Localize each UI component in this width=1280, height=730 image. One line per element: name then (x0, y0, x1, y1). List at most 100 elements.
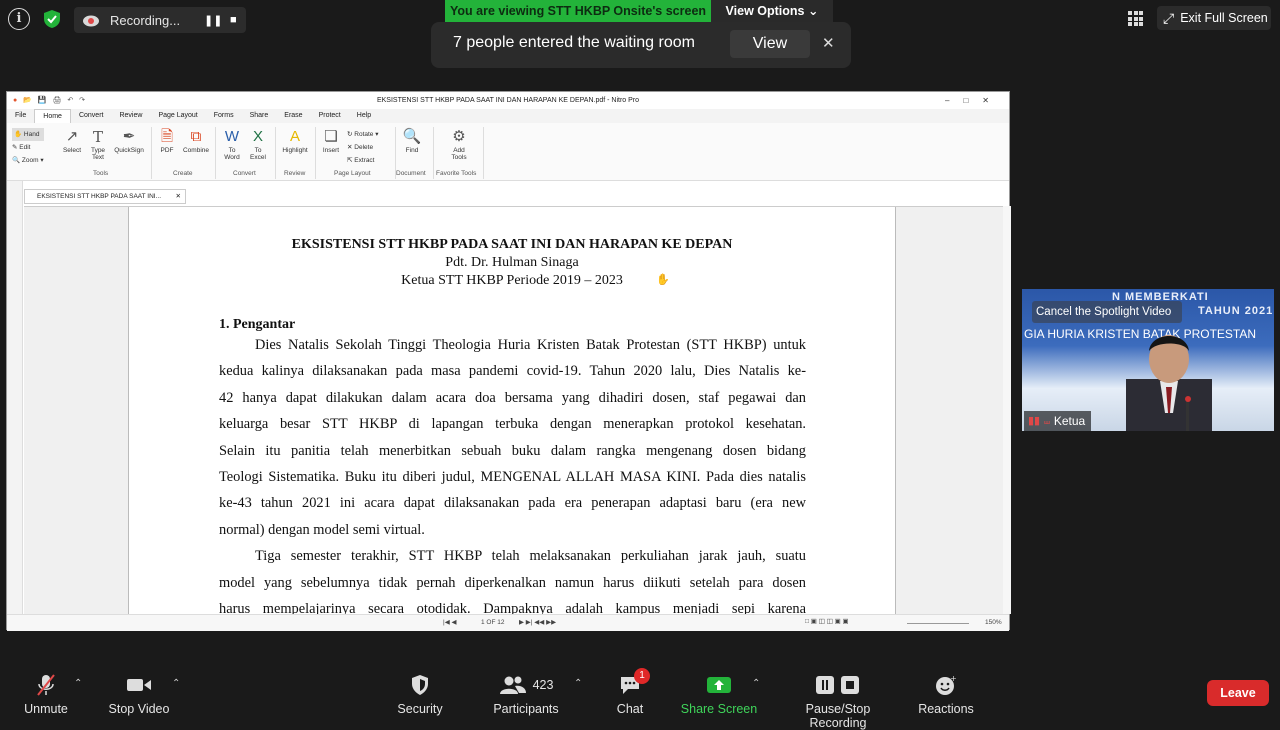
text-line: model yang sebelumnya tidak pernah diper… (219, 574, 806, 591)
highlight-button[interactable]: A Highlight (279, 127, 311, 154)
to-word-button[interactable]: W To Word (221, 127, 243, 161)
reactions-label: Reactions (918, 702, 974, 716)
pause-recording-icon[interactable]: ❚❚ (204, 14, 222, 27)
nitro-left-sidebar (7, 181, 23, 614)
find-button[interactable]: 🔍 Find (401, 127, 423, 154)
to-excel-button[interactable]: X To Excel (247, 127, 269, 161)
group-create: Create (173, 170, 193, 177)
tab-file[interactable]: File (7, 109, 35, 123)
audio-options-caret[interactable]: ⌃ (74, 678, 82, 689)
security-shield-icon (392, 672, 448, 698)
unmute-label: Unmute (24, 702, 68, 716)
nitro-ribbon: ✋ Hand ✎ Edit 🔍 Zoom ▾ ↗ Select T Type Tex… (7, 123, 1009, 181)
page-indicator[interactable]: 1 OF 12 (481, 619, 504, 626)
group-convert: Convert (233, 170, 256, 177)
word-icon: W (224, 128, 240, 145)
pdf-page: EKSISTENSI STT HKBP PADA SAAT INI DAN HA… (128, 207, 896, 614)
share-screen-icon (680, 672, 758, 698)
exit-full-screen-label: Exit Full Screen (1180, 11, 1268, 25)
select-button[interactable]: ↗ Select (61, 127, 83, 154)
pause-stop-recording-button[interactable]: Pause/Stop Recording (776, 672, 900, 730)
tab-help[interactable]: Help (349, 109, 379, 123)
add-tools-button[interactable]: ⚙ Add Tools (445, 127, 473, 161)
exit-full-screen-button[interactable]: ⤢ Exit Full Screen (1157, 6, 1271, 30)
window-controls[interactable]: –□✕ (945, 92, 1003, 109)
document-paragraph: Dies Natalis Sekolah Tinggi Theologia Hu… (219, 332, 806, 614)
add-tools-icon: ⚙ (452, 128, 466, 145)
svg-text:+: + (950, 674, 957, 683)
vertical-scrollbar[interactable] (1003, 206, 1011, 614)
waiting-room-view-button[interactable]: View (730, 30, 810, 58)
waiting-room-notification: 7 people entered the waiting room View ✕ (431, 22, 851, 68)
group-tools: Tools (93, 170, 109, 177)
view-mode-icons[interactable]: □ ▣ ◫ ◫ ▣ ▣ (805, 617, 849, 625)
group-favorite-tools: Favorite Tools (436, 170, 477, 177)
tab-convert[interactable]: Convert (71, 109, 112, 123)
document-author: Pdt. Dr. Hulman Sinaga (445, 255, 579, 270)
share-options-caret[interactable]: ⌃ (752, 678, 760, 689)
stop-recording-icon[interactable]: ■ (230, 14, 237, 26)
video-options-caret[interactable]: ⌃ (172, 678, 180, 689)
gallery-view-icon[interactable] (1128, 11, 1143, 26)
first-prev-page-icons[interactable]: |◀ ◀ (443, 618, 457, 626)
rotate-button[interactable]: ↻ Rotate ▾ (347, 128, 379, 141)
leave-button[interactable]: Leave (1207, 680, 1269, 706)
tab-review[interactable]: Review (111, 109, 150, 123)
text-line: Teologi Sistematika. Buku itu diberi jud… (219, 469, 806, 486)
participants-label: Participants (493, 702, 559, 716)
pdf-icon: 🗎 (160, 128, 174, 145)
close-tab-icon[interactable]: ✕ (176, 190, 181, 204)
insert-button[interactable]: ❏ Insert (320, 127, 342, 154)
tab-protect[interactable]: Protect (311, 109, 349, 123)
group-page-layout: Page Layout (334, 170, 371, 177)
document-tab[interactable]: EKSISTENSI STT HKBP PADA SAAT INI... ✕ (24, 189, 186, 204)
zoom-tool[interactable]: 🔍 Zoom ▾ (12, 154, 44, 167)
combine-button[interactable]: ⧉ Combine (181, 127, 211, 154)
reactions-button[interactable]: + Reactions (916, 672, 976, 716)
spotlight-video-tile[interactable]: N MEMBERKATI TAHUN 2021 GIA HURIA KRISTE… (1022, 289, 1274, 431)
quick-access-toolbar[interactable]: ● 📂 💾 🖨 ↶ ↷ (13, 92, 87, 109)
group-document: Document (396, 170, 426, 177)
zoom-slider[interactable] (907, 623, 969, 624)
edit-tool[interactable]: ✎ Edit (12, 141, 44, 154)
unmute-button[interactable]: Unmute (18, 672, 74, 716)
delete-button[interactable]: ✕ Delete (347, 141, 379, 154)
participants-options-caret[interactable]: ⌃ (574, 678, 582, 689)
create-pdf-button[interactable]: 🗎 PDF (157, 127, 177, 154)
tab-erase[interactable]: Erase (276, 109, 310, 123)
combine-icon: ⧉ (190, 128, 202, 145)
participant-name-tag: ▮▮ ⧢ Ketua (1024, 411, 1092, 431)
tab-page-layout[interactable]: Page Layout (150, 109, 205, 123)
close-icon[interactable]: ✕ (822, 34, 835, 52)
quicksign-button[interactable]: ✒ QuickSign (113, 127, 145, 154)
type-text-button[interactable]: T Type Text (87, 127, 109, 161)
exit-fullscreen-icon: ⤢ (1163, 9, 1175, 26)
extract-button[interactable]: ⇱ Extract (347, 154, 379, 167)
highlighter-icon: A (289, 128, 300, 145)
text-line: kedua kalinya dilaksanakan pada masa pan… (219, 363, 806, 380)
security-label: Security (397, 702, 443, 716)
window-title: EKSISTENSI STT HKBP PADA SAAT INI DAN HA… (376, 97, 640, 104)
hand-tool[interactable]: ✋ Hand (12, 128, 44, 141)
cancel-spotlight-button[interactable]: Cancel the Spotlight Video (1032, 301, 1182, 323)
stop-video-button[interactable]: Stop Video (104, 672, 174, 716)
view-options-button[interactable]: View Options ⌄ (711, 0, 833, 22)
muted-mic-icon: ⧢ (1044, 415, 1050, 427)
text-line: Tiga semester terakhir, STT HKBP telah m… (255, 548, 806, 565)
text-line: Dies Natalis Sekolah Tinggi Theologia Hu… (255, 337, 806, 353)
meeting-info-icon[interactable]: i (8, 8, 30, 30)
security-button[interactable]: Security (392, 672, 448, 716)
hand-cursor-icon: ✋ (656, 274, 670, 286)
tab-home[interactable]: Home (34, 109, 71, 123)
nitro-status-bar: |◀ ◀ 1 OF 12 ▶ ▶| ◀◀ ▶▶ □ ▣ ◫ ◫ ▣ ▣ 150% (7, 614, 1009, 631)
tab-forms[interactable]: Forms (206, 109, 242, 123)
speaker-person-image (1126, 335, 1212, 431)
stop-video-label: Stop Video (108, 702, 170, 716)
document-viewport[interactable]: EKSISTENSI STT HKBP PADA SAAT INI DAN HA… (24, 206, 1003, 614)
next-last-page-icons[interactable]: ▶ ▶| ◀◀ ▶▶ (519, 618, 556, 626)
participants-button[interactable]: 423 Participants (488, 672, 564, 716)
cloud-recording-icon (83, 15, 99, 27)
encryption-shield-icon[interactable] (41, 8, 63, 30)
share-screen-button[interactable]: Share Screen (680, 672, 758, 716)
tab-share[interactable]: Share (242, 109, 277, 123)
